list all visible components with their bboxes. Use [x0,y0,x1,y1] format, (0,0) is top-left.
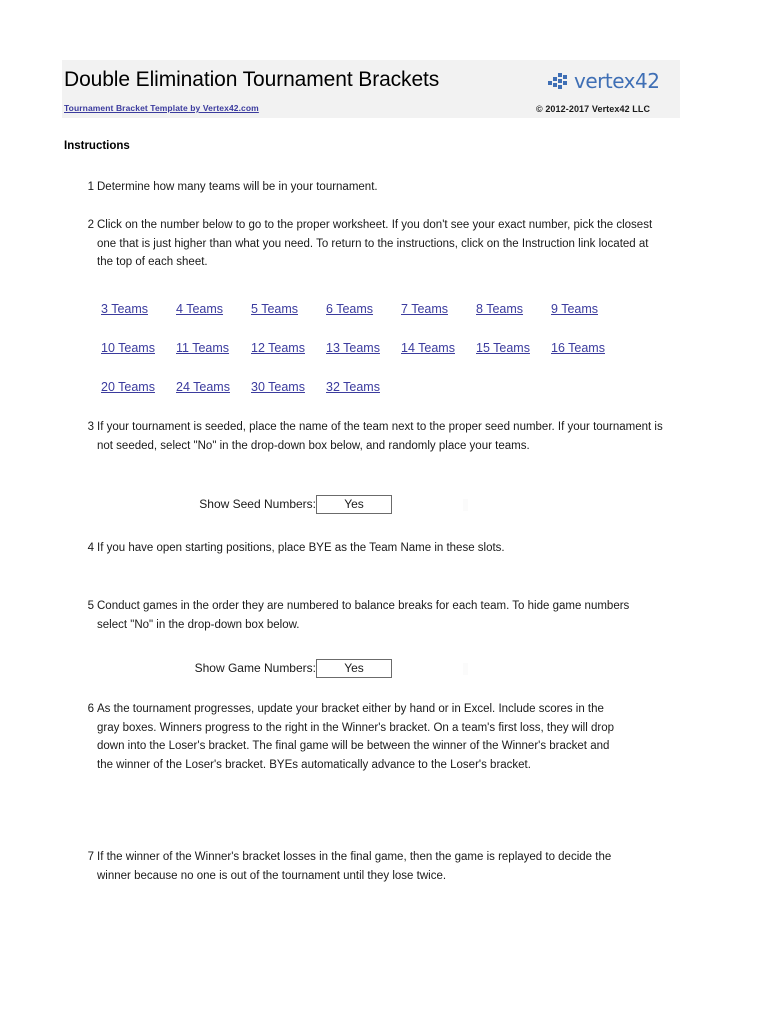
seed-row-artifact [463,499,468,511]
team-link-16[interactable]: 16 Teams [551,341,626,355]
show-seed-numbers-dropdown[interactable]: Yes [316,495,392,514]
team-link-8[interactable]: 8 Teams [476,302,551,316]
show-game-numbers-row: Show Game Numbers: Yes [172,659,392,679]
step-number: 7 [87,851,94,863]
step-number: 1 [87,181,94,193]
team-link-3[interactable]: 3 Teams [101,302,176,316]
template-source-link[interactable]: Tournament Bracket Template by Vertex42.… [64,103,259,113]
show-game-numbers-dropdown[interactable]: Yes [316,659,392,678]
page-title: Double Elimination Tournament Brackets [64,68,440,91]
brand-name: vertex42 [574,70,660,93]
instruction-step-2: 2 Click on the number below to go to the… [82,216,660,272]
team-links-row-3: 20 Teams 24 Teams 30 Teams 32 Teams [101,378,401,396]
show-seed-numbers-label: Show Seed Numbers: [199,497,316,511]
team-link-10[interactable]: 10 Teams [101,341,176,355]
game-row-artifact [463,663,468,675]
step-text: If your tournament is seeded, place the … [97,421,663,452]
team-link-12[interactable]: 12 Teams [251,341,326,355]
instruction-step-6: 6 As the tournament progresses, update y… [82,700,627,774]
instruction-step-5: 5 Conduct games in the order they are nu… [82,597,642,634]
show-seed-numbers-row: Show Seed Numbers: Yes [172,495,392,515]
step-text: If the winner of the Winner's bracket lo… [97,851,612,882]
step-number: 4 [87,542,94,554]
step-text: If you have open starting positions, pla… [97,542,505,554]
team-link-4[interactable]: 4 Teams [176,302,251,316]
team-link-30[interactable]: 30 Teams [251,380,326,394]
team-link-9[interactable]: 9 Teams [551,302,626,316]
instruction-step-1: 1 Determine how many teams will be in yo… [82,178,642,197]
step-number: 5 [87,600,94,612]
show-game-numbers-label: Show Game Numbers: [194,661,316,675]
step-number: 2 [87,219,94,231]
team-link-20[interactable]: 20 Teams [101,380,176,394]
step-text: Conduct games in the order they are numb… [97,600,630,631]
instruction-step-7: 7 If the winner of the Winner's bracket … [82,848,627,885]
vertex42-diamond-logo-icon [548,73,567,89]
team-link-32[interactable]: 32 Teams [326,380,401,394]
team-link-14[interactable]: 14 Teams [401,341,476,355]
team-link-11[interactable]: 11 Teams [176,341,251,355]
instructions-heading: Instructions [64,140,130,152]
step-text: Click on the number below to go to the p… [97,219,653,268]
step-text: Determine how many teams will be in your… [97,181,378,193]
team-link-24[interactable]: 24 Teams [176,380,251,394]
step-text: As the tournament progresses, update you… [97,703,614,771]
team-link-15[interactable]: 15 Teams [476,341,551,355]
team-link-5[interactable]: 5 Teams [251,302,326,316]
step-number: 6 [87,703,94,715]
team-link-6[interactable]: 6 Teams [326,302,401,316]
team-link-13[interactable]: 13 Teams [326,341,401,355]
instruction-step-3: 3 If your tournament is seeded, place th… [82,418,672,455]
team-links-row-1: 3 Teams 4 Teams 5 Teams 6 Teams 7 Teams 8 Tea… [101,300,626,318]
step-number: 3 [87,421,94,433]
instruction-step-4: 4 If you have open starting positions, p… [82,539,642,558]
team-link-7[interactable]: 7 Teams [401,302,476,316]
team-links-row-2: 10 Teams 11 Teams 12 Teams 13 Teams 14 Teams… [101,339,626,357]
copyright-notice: © 2012-2017 Vertex42 LLC [536,104,651,114]
brand-logo: vertex42 [548,70,680,96]
